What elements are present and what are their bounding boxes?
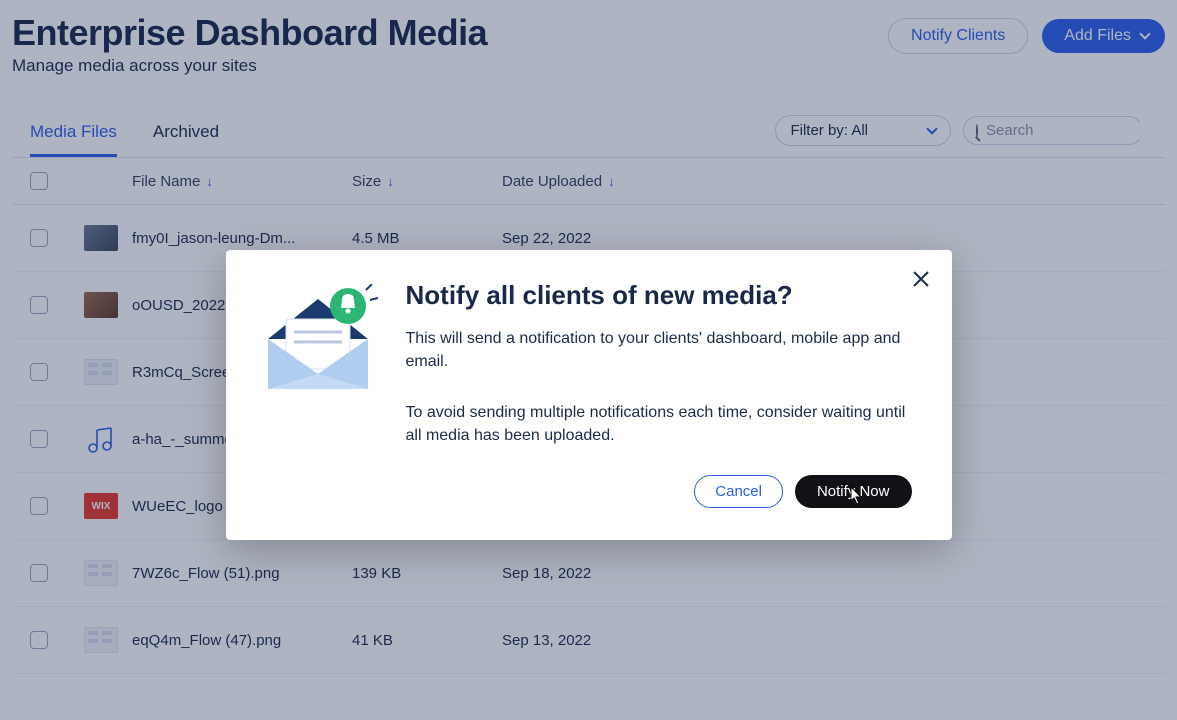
cancel-button[interactable]: Cancel <box>694 475 783 508</box>
notify-now-button[interactable]: Notify Now <box>795 475 912 508</box>
modal-content: Notify all clients of new media? This wi… <box>406 280 912 509</box>
notification-illustration <box>258 280 378 509</box>
notify-modal: Notify all clients of new media? This wi… <box>226 250 952 541</box>
close-icon[interactable] <box>912 268 930 294</box>
modal-title: Notify all clients of new media? <box>406 280 912 311</box>
modal-overlay[interactable]: Notify all clients of new media? This wi… <box>0 0 1177 720</box>
modal-actions: Cancel Notify Now <box>406 475 912 508</box>
modal-text-1: This will send a notification to your cl… <box>406 327 912 373</box>
modal-text-2: To avoid sending multiple notifications … <box>406 401 912 447</box>
